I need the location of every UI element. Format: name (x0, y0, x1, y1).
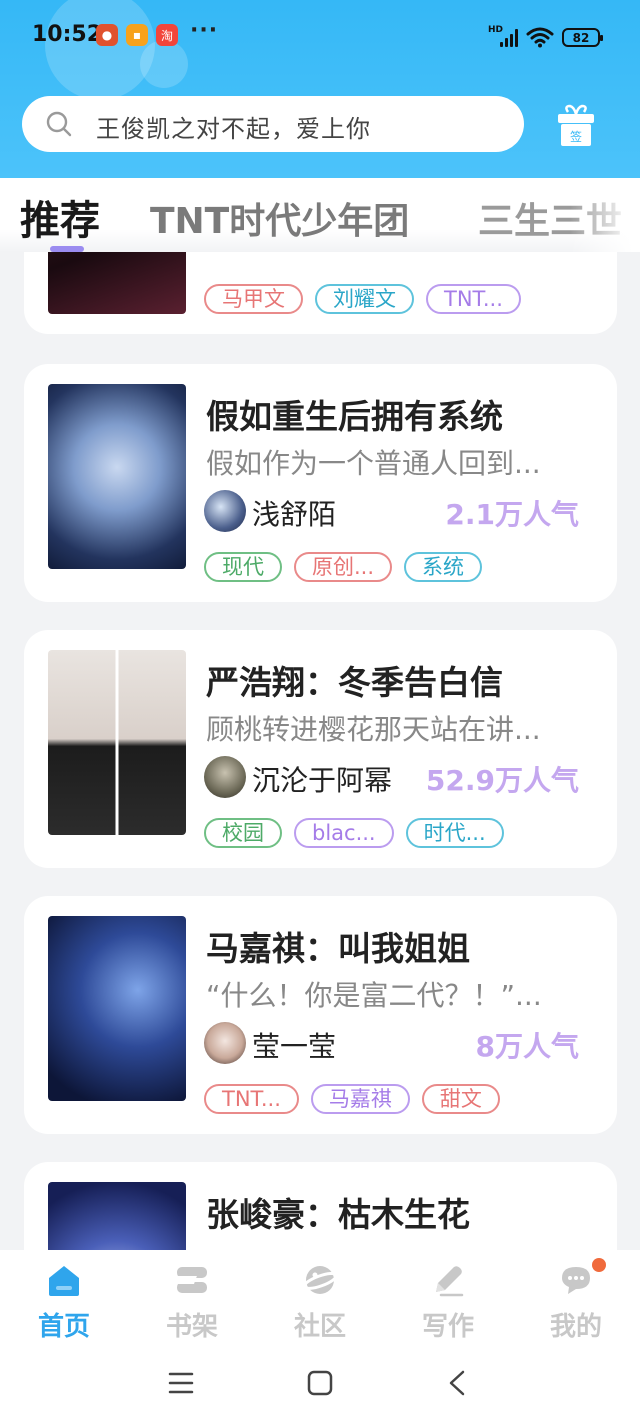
status-time: 10:52 (32, 22, 103, 47)
category-tabs: 推荐 TNT时代少年团 三生三世 (0, 178, 640, 252)
signal-strength-icon (500, 27, 520, 47)
tag[interactable]: 原创... (294, 552, 393, 582)
avatar (204, 1022, 246, 1064)
book-title: 假如重生后拥有系统 (206, 397, 503, 436)
book-cover (48, 252, 186, 314)
bookshelf-icon (174, 1267, 207, 1293)
book-author: 沉沦于阿幂 (252, 764, 393, 797)
book-cover (48, 1182, 186, 1250)
tab-recommend[interactable]: 推荐 (20, 188, 100, 246)
tag-list: TNT... 马嘉祺 甜文 (204, 1084, 500, 1116)
book-description: 假如作为一个普通人回到... (206, 447, 541, 480)
battery-level: 82 (572, 30, 590, 45)
tag[interactable]: 系统 (404, 552, 483, 582)
book-title: 马嘉祺：叫我姐姐 (206, 929, 470, 968)
nav-label: 首页 (37, 1312, 90, 1342)
book-popularity: 8万人气 (475, 1030, 579, 1063)
gift-checkin-icon[interactable]: 签 (556, 104, 596, 148)
app-notification-icon: ● (96, 24, 118, 46)
tag[interactable]: TNT... (204, 1084, 299, 1114)
search-icon (46, 111, 72, 137)
book-description: “什么！你是富二代？！”... (206, 979, 542, 1012)
system-nav-bar (0, 1346, 640, 1423)
nav-community[interactable]: 社区 (270, 1258, 370, 1344)
search-placeholder: 王俊凯之对不起，爱上你 (96, 115, 371, 143)
book-description: 顾桃转进樱花那天站在讲... (206, 713, 541, 746)
tag-list: 马甲文 刘耀文 TNT... (204, 284, 521, 316)
book-title: 张峻豪：枯木生花 (206, 1195, 470, 1234)
book-popularity: 52.9万人气 (425, 764, 579, 797)
book-popularity: 2.1万人气 (445, 498, 579, 531)
battery-indicator: 82 (562, 28, 603, 47)
header: 10:52 ● ▪ 淘 ··· HD 82 王俊凯之对不起，爱上你 签 (0, 0, 640, 178)
tag[interactable]: blac... (294, 818, 394, 848)
book-card[interactable]: 假如重生后拥有系统 假如作为一个普通人回到... 浅舒陌 2.1万人气 现代 原… (24, 364, 617, 602)
notification-dot (592, 1258, 606, 1272)
nav-label: 社区 (293, 1312, 346, 1342)
more-notifications-icon: ··· (190, 18, 219, 43)
book-author: 浅舒陌 (252, 498, 337, 531)
chat-bubble-icon (562, 1267, 590, 1294)
nav-bookshelf[interactable]: 书架 (142, 1258, 242, 1344)
book-cover (48, 916, 186, 1101)
tag[interactable]: 刘耀文 (315, 284, 414, 314)
book-card[interactable]: 严浩翔：冬季告白信 顾桃转进樱花那天站在讲... 沉沦于阿幂 52.9万人气 校… (24, 630, 617, 868)
wifi-icon (526, 27, 554, 48)
planet-icon (302, 1266, 338, 1294)
avatar (204, 490, 246, 532)
tag-list: 现代 原创... 系统 (204, 552, 483, 584)
tag[interactable]: 时代... (405, 818, 504, 848)
back-icon[interactable] (447, 1370, 467, 1396)
tag[interactable]: 校园 (204, 818, 282, 848)
tag[interactable]: 现代 (204, 552, 282, 582)
book-cover (48, 384, 186, 569)
book-card[interactable]: 张峻豪：枯木生花 (24, 1162, 617, 1250)
book-card[interactable]: 马嘉祺：叫我姐姐 “什么！你是富二代？！”... 莹一莹 8万人气 TNT...… (24, 896, 617, 1134)
message-notification-icon: ▪ (126, 24, 148, 46)
home-square-icon[interactable] (307, 1370, 333, 1396)
tab-tnt[interactable]: TNT时代少年团 (150, 192, 409, 244)
nav-label: 写作 (421, 1312, 474, 1342)
tag[interactable]: 马甲文 (204, 284, 303, 314)
nav-home[interactable]: 首页 (14, 1258, 114, 1344)
home-icon (49, 1266, 79, 1296)
book-title: 严浩翔：冬季告白信 (206, 663, 503, 702)
taobao-notification-icon: 淘 (156, 24, 178, 46)
tag[interactable]: 甜文 (421, 1084, 500, 1114)
search-bar[interactable]: 王俊凯之对不起，爱上你 (22, 96, 524, 152)
nav-label: 书架 (165, 1312, 218, 1342)
tabs-fade (570, 178, 640, 252)
status-bar: 10:52 ● ▪ 淘 ··· HD 82 (0, 0, 640, 76)
bottom-nav: 首页 书架 社区 写作 我的 (0, 1250, 640, 1346)
nav-label: 我的 (549, 1312, 602, 1342)
menu-icon[interactable] (168, 1371, 194, 1395)
nav-me[interactable]: 我的 (526, 1258, 626, 1344)
tag[interactable]: TNT... (426, 284, 521, 314)
book-list[interactable]: 马甲文 刘耀文 TNT... 假如重生后拥有系统 假如作为一个普通人回到... … (0, 252, 640, 1250)
book-card[interactable]: 马甲文 刘耀文 TNT... (24, 252, 617, 334)
gift-label: 签 (570, 129, 582, 144)
avatar (204, 756, 246, 798)
tag-list: 校园 blac... 时代... (204, 818, 504, 850)
book-author: 莹一莹 (252, 1030, 337, 1063)
pencil-icon (436, 1266, 464, 1297)
nav-write[interactable]: 写作 (398, 1258, 498, 1344)
tag[interactable]: 马嘉祺 (310, 1084, 410, 1114)
book-cover (48, 650, 186, 835)
